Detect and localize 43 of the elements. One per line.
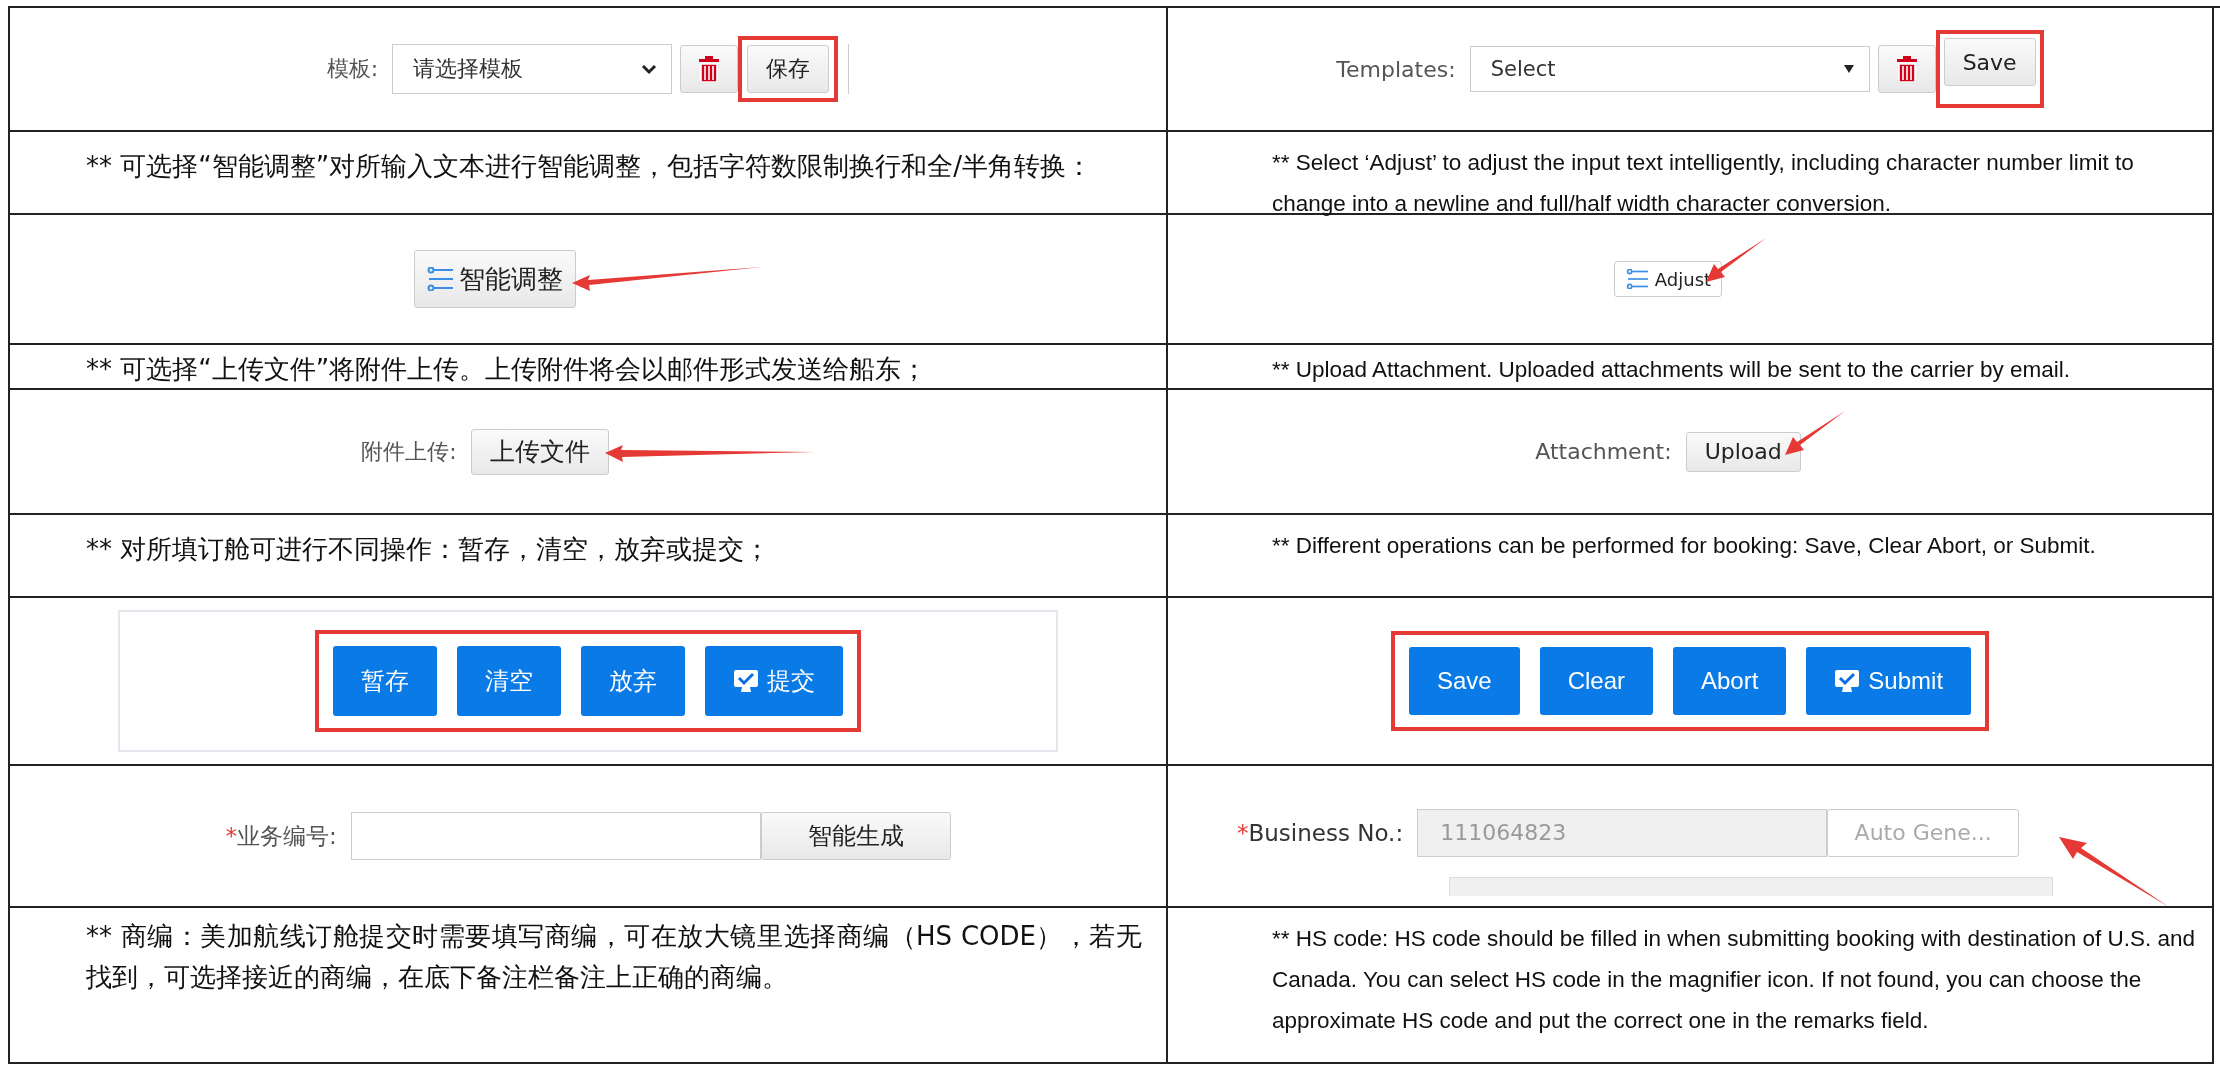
description-text: ** Different operations can be performed for booking: Save, Clear Abort, or Submit. (1272, 532, 2096, 560)
sliders-icon (1624, 269, 1651, 289)
attachment-label: 附件上传: (361, 437, 457, 466)
action-button[interactable]: Abort (1673, 647, 1787, 715)
template-select[interactable]: Select (1469, 46, 1870, 92)
auto-generate-button[interactable]: 智能生成 (760, 812, 951, 860)
trash-icon (699, 56, 720, 82)
upload-button[interactable]: Upload (1685, 431, 1801, 472)
save-button[interactable]: Save (1943, 38, 2036, 86)
description-text: ** 可选择“智能调整”对所输入文本进行智能调整，包括字符数限制换行和全/半角转换： (86, 150, 1092, 183)
templates-label: Templates: (1336, 56, 1456, 82)
action-button[interactable]: 提交 (705, 646, 843, 716)
caret-down-icon (1842, 64, 1855, 74)
trash-icon (1896, 56, 1917, 82)
sliders-icon (427, 267, 455, 291)
action-button[interactable]: Submit (1806, 647, 1972, 715)
templates-label: 模板: (326, 55, 379, 83)
delete-button[interactable] (1877, 45, 1936, 93)
attachment-label: Attachment: (1535, 439, 1672, 464)
action-button[interactable]: 放弃 (581, 646, 685, 716)
save-button[interactable]: 保存 (747, 45, 830, 93)
business-number-field[interactable]: 111064823 (1417, 808, 1828, 857)
business-number-label: *Business No.: (1237, 819, 1404, 846)
description-text: ** HS code: HS code should be filled in when submitting booking with destination of U.S. and Canada. You can select HS code in the magnifier icon. If not found, you can choose the approximate HS code and put the correct one in the remarks field. (1272, 925, 2197, 1035)
business-number-field[interactable] (350, 812, 761, 860)
adjust-button[interactable]: 智能调整 (414, 250, 576, 308)
delete-button[interactable] (680, 45, 739, 93)
action-button[interactable]: Save (1408, 647, 1520, 715)
action-button[interactable]: 清空 (457, 646, 561, 716)
action-button[interactable]: 暂存 (333, 646, 437, 716)
upload-button[interactable]: 上传文件 (470, 428, 609, 475)
description-text: ** 可选择“上传文件”将附件上传。上传附件将会以邮件形式发送给船东； (86, 353, 928, 386)
adjust-button[interactable]: Adjust (1613, 261, 1723, 297)
description-text: ** 对所填订舱可进行不同操作：暂存，清空，放弃或提交； (86, 533, 771, 566)
description-text: ** Upload Attachment. Uploaded attachments will be sent to the carrier by email. (1272, 356, 2070, 384)
input-field[interactable] (1449, 876, 2053, 896)
description-text: ** 商编：美加航线订舱提交时需要填写商编，可在放大镜里选择商编（HS CODE），若无找到，可选择接近的商编，在底下备注栏备注上正确的商编。 (86, 920, 1142, 994)
description-text: ** Select ‘Adjust’ to adjust the input text intelligently, including character number limit to change into a newline and full/half width character conversion. (1272, 149, 2135, 218)
auto-generate-button[interactable]: Auto Gene... (1827, 808, 2020, 857)
action-button[interactable]: Clear (1539, 647, 1653, 715)
business-number-label: *业务编号: (225, 821, 337, 851)
template-select[interactable]: 请选择模板 (392, 44, 673, 94)
chevron-down-icon (641, 63, 658, 75)
